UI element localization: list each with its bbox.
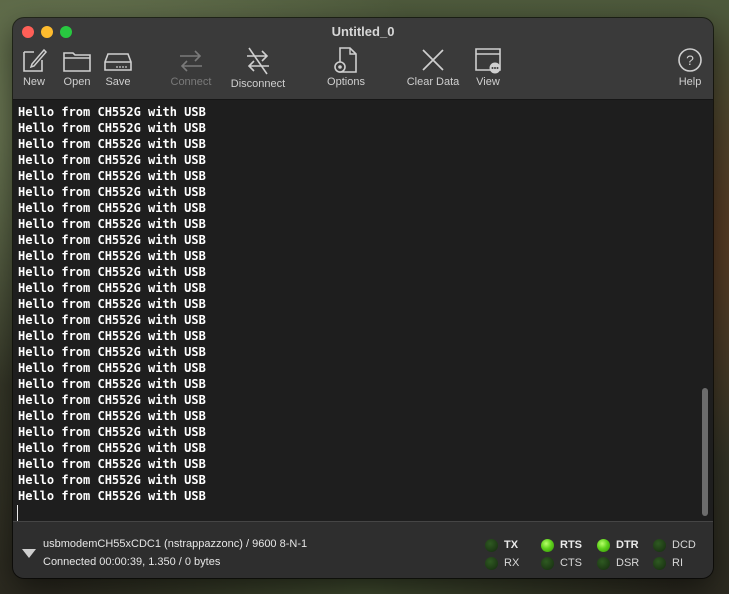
help-button[interactable]: ? Help <box>675 46 705 96</box>
terminal-line: Hello from CH552G with USB <box>18 489 206 503</box>
status-bar: usbmodemCH55xCDC1 (nstrappazzonc) / 9600… <box>13 521 713 578</box>
terminal-line: Hello from CH552G with USB <box>18 233 206 247</box>
rx-led-indicator <box>485 557 498 570</box>
new-label: New <box>22 76 45 88</box>
ri-led-indicator <box>653 557 666 570</box>
tx-label: TX <box>504 539 519 551</box>
terminal-line: Hello from CH552G with USB <box>18 425 206 439</box>
disconnect-button[interactable]: Disconnect <box>226 46 290 96</box>
terminal-lines: Hello from CH552G with USB Hello from CH5… <box>18 100 206 504</box>
cts-led-indicator <box>541 557 554 570</box>
help-label: Help <box>678 76 702 88</box>
terminal-output[interactable]: Hello from CH552G with USB Hello from CH5… <box>13 100 713 521</box>
connection-status-text: Connected 00:00:39, 1.350 / 0 bytes <box>43 556 221 568</box>
close-x-icon <box>422 49 444 71</box>
open-button[interactable]: Open <box>61 46 93 96</box>
terminal-line: Hello from CH552G with USB <box>18 105 206 119</box>
new-button[interactable]: New <box>19 46 49 96</box>
ri-label: RI <box>672 557 683 569</box>
terminal-line: Hello from CH552G with USB <box>18 185 206 199</box>
terminal-line: Hello from CH552G with USB <box>18 153 206 167</box>
folder-icon <box>63 52 91 72</box>
svg-text:?: ? <box>686 52 694 68</box>
toolbar: Untitled_0 New Open Save Connect Disconn… <box>13 18 713 100</box>
view-label: View <box>476 76 500 88</box>
terminal-line: Hello from CH552G with USB <box>18 217 206 231</box>
disconnect-label: Disconnect <box>230 78 286 90</box>
view-button[interactable]: View <box>472 46 504 96</box>
rx-label: RX <box>504 557 520 569</box>
vertical-scrollbar[interactable] <box>702 388 708 516</box>
dtr-led-indicator <box>597 539 610 552</box>
save-button[interactable]: Save <box>103 46 133 96</box>
app-window: Untitled_0 New Open Save Connect Disconn… <box>13 18 713 578</box>
help-question-icon: ? <box>678 48 702 72</box>
clear-data-label: Clear Data <box>406 76 460 88</box>
terminal-line: Hello from CH552G with USB <box>18 329 206 343</box>
tx-led-indicator <box>485 539 498 552</box>
terminal-line: Hello from CH552G with USB <box>18 313 206 327</box>
text-cursor <box>17 505 18 521</box>
terminal-line: Hello from CH552G with USB <box>18 297 206 311</box>
port-settings-text: usbmodemCH55xCDC1 (nstrappazzonc) / 9600… <box>43 538 308 550</box>
terminal-line: Hello from CH552G with USB <box>18 249 206 263</box>
terminal-line: Hello from CH552G with USB <box>18 345 206 359</box>
terminal-line: Hello from CH552G with USB <box>18 121 206 135</box>
save-label: Save <box>105 76 131 88</box>
window-title: Untitled_0 <box>331 24 395 39</box>
rts-led-indicator <box>541 539 554 552</box>
terminal-line: Hello from CH552G with USB <box>18 393 206 407</box>
dcd-led-indicator <box>653 539 666 552</box>
terminal-line: Hello from CH552G with USB <box>18 441 206 455</box>
options-document-gear-icon <box>334 47 357 73</box>
drive-icon <box>104 53 132 71</box>
clear-data-button[interactable]: Clear Data <box>403 46 463 96</box>
terminal-line: Hello from CH552G with USB <box>18 457 206 471</box>
open-label: Open <box>63 76 91 88</box>
terminal-line: Hello from CH552G with USB <box>18 409 206 423</box>
terminal-line: Hello from CH552G with USB <box>18 169 206 183</box>
terminal-line: Hello from CH552G with USB <box>18 281 206 295</box>
terminal-line: Hello from CH552G with USB <box>18 265 206 279</box>
connect-button[interactable]: Connect <box>165 46 217 96</box>
disclosure-triangle-icon[interactable] <box>22 549 36 558</box>
terminal-line: Hello from CH552G with USB <box>18 473 206 487</box>
new-document-icon <box>23 48 48 72</box>
options-label: Options <box>327 76 365 88</box>
terminal-line: Hello from CH552G with USB <box>18 377 206 391</box>
terminal-line: Hello from CH552G with USB <box>18 137 206 151</box>
dcd-label: DCD <box>672 539 696 551</box>
rts-label: RTS <box>560 539 582 551</box>
dtr-label: DTR <box>616 539 639 551</box>
connect-label: Connect <box>170 76 212 88</box>
dsr-label: DSR <box>616 557 640 569</box>
view-window-icon <box>475 48 501 74</box>
options-button[interactable]: Options <box>323 46 369 96</box>
terminal-line: Hello from CH552G with USB <box>18 361 206 375</box>
connect-arrows-icon <box>180 50 202 72</box>
terminal-line: Hello from CH552G with USB <box>18 201 206 215</box>
dsr-led-indicator <box>597 557 610 570</box>
disconnect-arrows-icon <box>247 47 269 75</box>
cts-label: CTS <box>560 557 582 569</box>
